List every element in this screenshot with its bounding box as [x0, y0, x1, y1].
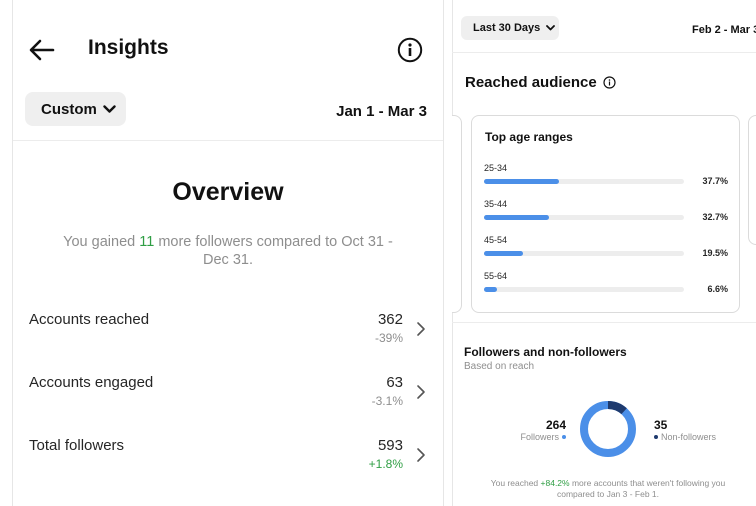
divider [13, 140, 443, 141]
back-arrow-icon[interactable] [28, 36, 56, 64]
age-label: 55-64 [484, 271, 508, 281]
chevron-right-icon [417, 385, 425, 399]
age-bar-track [484, 179, 684, 184]
age-bar-track [484, 287, 684, 292]
chevron-right-icon [417, 448, 425, 462]
age-bar-fill [484, 251, 523, 256]
metric-change: +1.8% [368, 457, 403, 471]
followers-dot [562, 435, 566, 439]
age-bar-fill [484, 179, 560, 184]
previous-card[interactable] [452, 115, 462, 313]
reached-audience-label: Reached audience [465, 74, 597, 91]
metric-change: -3.1% [371, 394, 403, 408]
footer-pct: +84.2% [540, 478, 570, 488]
age-bar-fill [484, 215, 550, 220]
donut-followers-arc [580, 401, 636, 457]
date-range-dropdown[interactable]: Custom [25, 92, 126, 126]
date-range-dropdown[interactable]: Last 30 Days [461, 16, 559, 40]
followers-section-title: Followers and non-followers [464, 345, 627, 359]
non-followers-stat: 35 Non-followers [654, 418, 734, 442]
gained-text-suffix: more followers compared to Oct 31 - Dec … [154, 234, 393, 268]
metric-label: Total followers [29, 437, 125, 454]
age-row: 25-34 37.7% [484, 163, 728, 189]
age-pct: 19.5% [702, 248, 728, 258]
age-row: 55-64 6.6% [484, 271, 728, 297]
footer-prefix: You reached [490, 478, 541, 488]
non-followers-count: 35 [654, 418, 668, 432]
followers-label: Followers [520, 432, 559, 442]
info-icon[interactable] [397, 37, 423, 63]
chevron-down-icon [103, 104, 116, 113]
metric-value: 63 [386, 374, 403, 391]
age-card-title: Top age ranges [485, 130, 573, 144]
overview-title: Overview [172, 178, 284, 206]
panel-border-right [443, 0, 444, 506]
followers-stat: 264 Followers [510, 418, 566, 442]
age-row: 35-44 32.7% [484, 199, 728, 225]
metric-value: 362 [377, 311, 403, 328]
gained-count: 11 [139, 234, 155, 250]
age-label: 45-54 [484, 235, 508, 245]
metric-row-accounts-reached[interactable]: Accounts reached 362 -39% [13, 311, 444, 361]
date-range-text: Jan 1 - Mar 3 [336, 103, 427, 120]
panel-border-left [12, 0, 13, 506]
age-bar-fill [484, 287, 498, 292]
footer-suffix: more accounts that weren't following you… [556, 478, 726, 499]
chevron-right-icon [417, 322, 425, 336]
age-label: 25-34 [484, 163, 508, 173]
page-title: Insights [88, 36, 169, 59]
date-range-dropdown-label: Custom [41, 100, 97, 118]
info-icon[interactable] [603, 76, 616, 89]
age-bar-track [484, 251, 684, 256]
chevron-down-icon [546, 25, 556, 31]
divider [452, 322, 756, 323]
metric-value: 593 [377, 437, 403, 454]
followers-section-subtitle: Based on reach [464, 361, 535, 372]
gained-text-prefix: You gained [63, 234, 140, 250]
metric-change: -39% [374, 331, 403, 345]
non-followers-legend: Non-followers [654, 432, 734, 442]
reached-audience-panel: Last 30 Days Feb 2 - Mar 3 Reached audie… [452, 0, 756, 506]
next-card[interactable] [748, 115, 756, 245]
reached-audience-title: Reached audience [465, 74, 616, 91]
age-pct: 6.6% [707, 284, 728, 294]
metric-row-total-followers[interactable]: Total followers 593 +1.8% [13, 437, 444, 487]
age-row: 45-54 19.5% [484, 235, 728, 261]
followers-count: 264 [545, 418, 566, 432]
metric-label: Accounts engaged [29, 374, 154, 391]
followers-donut-chart [580, 401, 636, 457]
insights-panel: Insights Custom Jan 1 - Mar 3 Overview Y… [0, 0, 444, 506]
age-bar-track [484, 215, 684, 220]
metric-row-accounts-engaged[interactable]: Accounts engaged 63 -3.1% [13, 374, 444, 424]
age-pct: 37.7% [702, 176, 728, 186]
metric-label: Accounts reached [29, 311, 150, 328]
followers-gained-text: You gained 11 more followers compared to… [50, 233, 406, 269]
age-label: 35-44 [484, 199, 508, 209]
divider [452, 52, 756, 53]
date-range-text: Feb 2 - Mar 3 [692, 24, 756, 36]
top-age-ranges-card: Top age ranges 25-34 37.7% 35-44 32.7% 4… [471, 115, 740, 313]
date-range-dropdown-label: Last 30 Days [473, 22, 541, 34]
age-pct: 32.7% [702, 212, 728, 222]
non-followers-label: Non-followers [661, 432, 717, 442]
followers-footer-text: You reached +84.2% more accounts that we… [478, 478, 738, 500]
followers-legend: Followers [510, 432, 566, 442]
non-followers-dot [654, 435, 658, 439]
